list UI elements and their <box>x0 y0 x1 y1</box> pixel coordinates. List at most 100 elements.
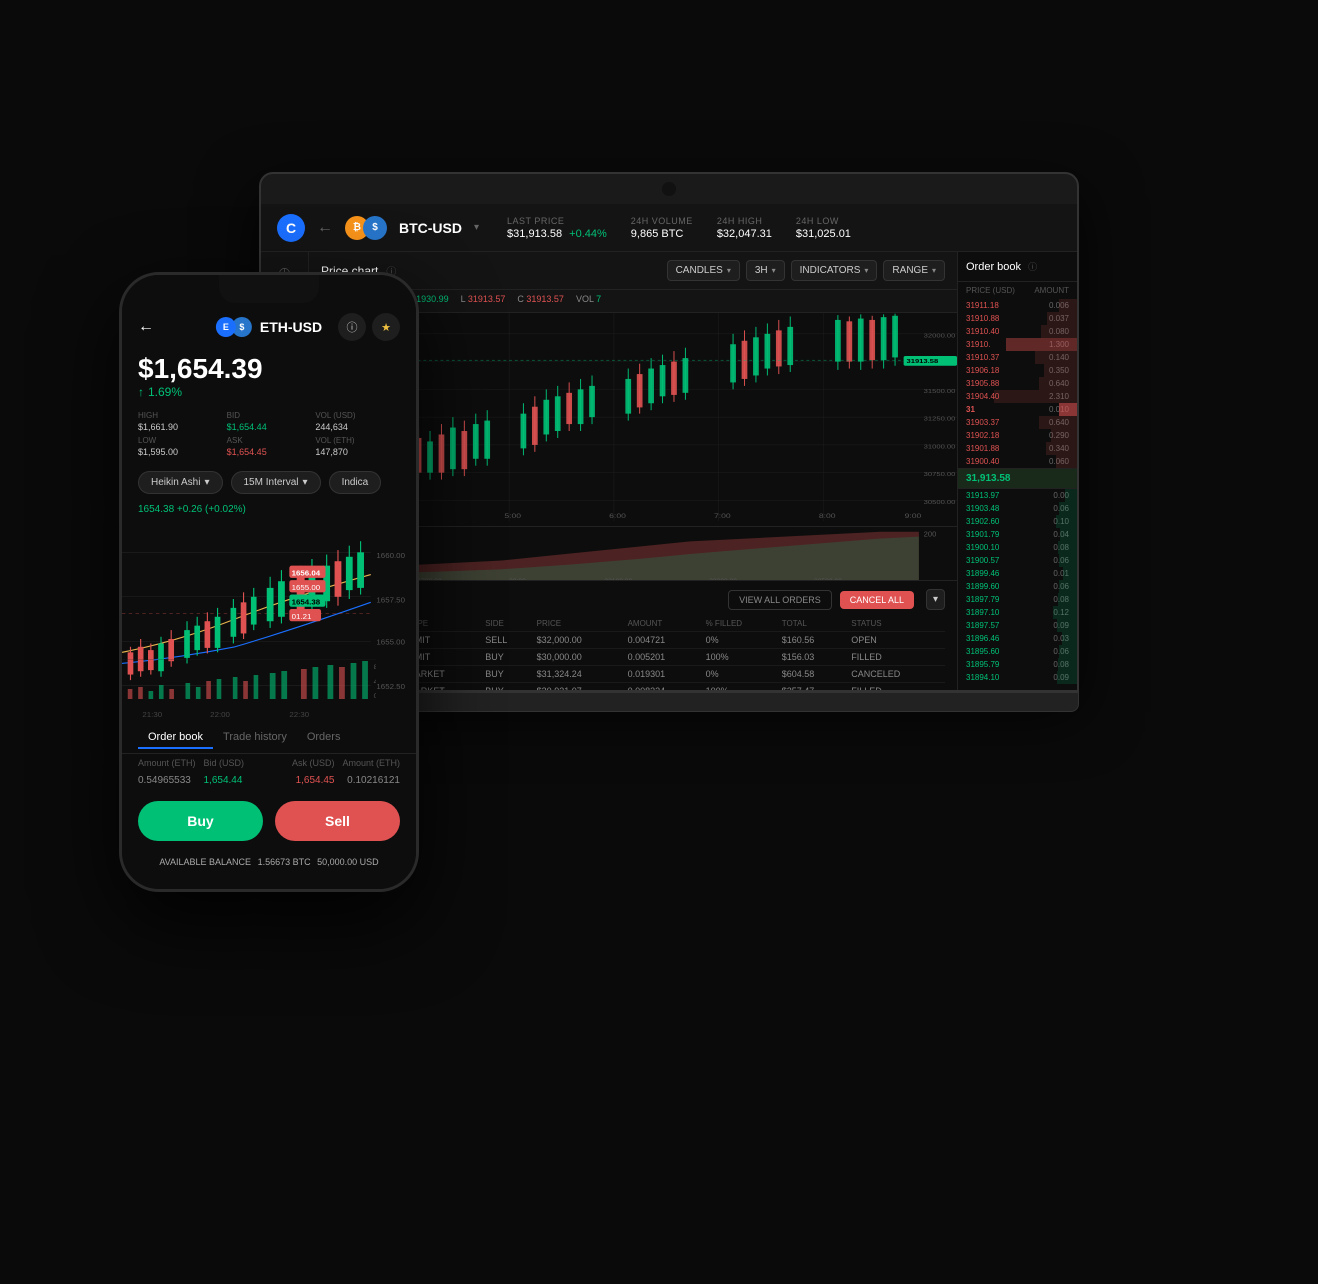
phone-vol-usd-label: VOL (USD) <box>315 411 400 420</box>
ob-ask-row: 31904.402.310 <box>958 390 1077 403</box>
phone-vol-usd-stat: VOL (USD) 244,634 <box>315 411 400 432</box>
interval-button[interactable]: 3H ▾ <box>746 260 785 281</box>
phone-back-button[interactable]: ← <box>138 318 154 336</box>
phone-notch <box>219 275 319 303</box>
svg-text:1656.04: 1656.04 <box>292 569 321 578</box>
pair-dropdown-arrow[interactable]: ▾ <box>474 222 479 233</box>
phone-sell-button[interactable]: Sell <box>275 801 400 841</box>
svg-text:0.00: 0.00 <box>374 693 376 699</box>
ob-current-price: 31,913.58 <box>958 468 1077 489</box>
svg-text:1655.00: 1655.00 <box>376 638 405 647</box>
cancel-all-button[interactable]: CANCEL ALL <box>840 591 914 609</box>
phone-chart-type-button[interactable]: Heikin Ashi ▾ <box>138 471 223 494</box>
ob-col-headers: PRICE (USD) AMOUNT <box>958 282 1077 299</box>
phone-ob-ask-price: 1,654.45 <box>269 775 335 786</box>
phone-ob-col-amount-eth-right: Amount (ETH) <box>335 758 401 768</box>
ob-bid-row: 31895.790.08 <box>958 658 1077 671</box>
ob-ask-row: 31905.880.640 <box>958 377 1077 390</box>
phone-chart-info: 1654.38 +0.26 (+0.02%) <box>122 500 416 519</box>
balance-label: AVAILABLE BALANCE <box>159 857 251 867</box>
phone-ob-left-amount: 0.54965533 <box>138 775 204 786</box>
phone-pair-name: ETH-USD <box>260 319 322 335</box>
view-all-orders-button[interactable]: VIEW ALL ORDERS <box>728 590 832 610</box>
ob-amount-col-header: AMOUNT <box>1020 286 1070 295</box>
svg-text:22:00: 22:00 <box>210 710 230 719</box>
ob-ask-row: 31901.880.340 <box>958 442 1077 455</box>
phone-info-button[interactable]: ⓘ <box>338 313 366 341</box>
ob-bid-row: 31897.790.08 <box>958 593 1077 606</box>
phone-low-label: LOW <box>138 436 223 445</box>
svg-text:30750.00: 30750.00 <box>924 472 956 478</box>
back-icon[interactable]: ← <box>317 219 333 237</box>
svg-text:32100.00: 32100.00 <box>604 578 632 580</box>
svg-text:31913.58: 31913.58 <box>906 359 938 365</box>
phone-volume-section: 8.00 4.00 0.00 <box>122 659 376 699</box>
balance-usd: 50,000.00 USD <box>317 857 379 867</box>
usd-icon: $ <box>363 216 387 240</box>
phone-ob-col-amount-eth-left: Amount (ETH) <box>138 758 204 768</box>
phone-tab-trade-history[interactable]: Trade history <box>213 727 297 749</box>
low-stat: 24H LOW $31,025.01 <box>796 216 851 240</box>
candles-button[interactable]: CANDLES ▾ <box>667 260 740 281</box>
phone-ob-col-bid: Bid (USD) <box>204 758 270 768</box>
phone-interval-button[interactable]: 15M Interval ▾ <box>231 471 321 494</box>
phone-current-price: $1,654.39 <box>138 353 400 385</box>
phone-high-stat: HIGH $1,661.90 <box>138 411 223 432</box>
ob-bid-row: 31900.100.08 <box>958 541 1077 554</box>
laptop-camera <box>662 182 676 196</box>
ob-bid-row: 31902.600.10 <box>958 515 1077 528</box>
ob-price-col-header: PRICE (USD) <box>966 286 1016 295</box>
phone-favorite-button[interactable]: ★ <box>372 313 400 341</box>
svg-text:22:30: 22:30 <box>289 710 309 719</box>
svg-text:00:00: 00:00 <box>509 578 526 580</box>
phone-tab-orders[interactable]: Orders <box>297 727 351 749</box>
ob-bid-row: 31897.100.12 <box>958 606 1077 619</box>
order-book-info-icon[interactable]: ⓘ <box>1028 262 1037 272</box>
svg-text:31250.00: 31250.00 <box>924 416 956 422</box>
phone-tab-order-book[interactable]: Order book <box>138 727 213 749</box>
phone-vol-eth-stat: VOL (ETH) 147,870 <box>315 436 400 457</box>
volume-stat: 24H VOLUME 9,865 BTC <box>631 216 693 240</box>
ob-bid-row: 31894.100.09 <box>958 671 1077 684</box>
ob-ask-row: 31911.180.006 <box>958 299 1077 312</box>
ob-ask-row: 31910.370.140 <box>958 351 1077 364</box>
phone-balance: AVAILABLE BALANCE 1.56673 BTC 50,000.00 … <box>122 853 416 875</box>
col-filled: % FILLED <box>702 616 778 632</box>
svg-text:5:00: 5:00 <box>504 512 521 519</box>
volume-value: 9,865 BTC <box>631 228 693 240</box>
svg-text:21:30: 21:30 <box>142 710 162 719</box>
col-side: SIDE <box>481 616 532 632</box>
phone-header: ← E $ ETH-USD ⓘ ★ <box>122 305 416 349</box>
market-stats: LAST PRICE $31,913.58 +0.44% 24H VOLUME … <box>507 216 851 240</box>
range-button[interactable]: RANGE ▾ <box>883 260 945 281</box>
phone-ob-col-ask: Ask (USD) <box>269 758 335 768</box>
phone-ob-right-amount: 0.10216121 <box>335 775 401 786</box>
phone-chart-controls: Heikin Ashi ▾ 15M Interval ▾ Indica <box>122 465 416 500</box>
price-change: +0.44% <box>569 228 607 240</box>
svg-text:01.21: 01.21 <box>292 612 312 621</box>
svg-text:8.00: 8.00 <box>374 664 376 670</box>
phone-screen: ← E $ ETH-USD ⓘ ★ $1,654.39 <box>122 275 416 889</box>
ob-bid-row: 31903.480.06 <box>958 502 1077 515</box>
trading-pair[interactable]: BTC-USD <box>399 220 462 236</box>
cancel-all-dropdown[interactable]: ▾ <box>926 589 945 610</box>
ohlc-low: L 31913.57 <box>461 294 506 308</box>
svg-text:31000.00: 31000.00 <box>924 444 956 450</box>
phone-indicators-button[interactable]: Indica <box>329 471 382 494</box>
phone-chart-area[interactable]: 1660.00 1657.50 1655.00 1652.50 1656.04 … <box>122 519 416 719</box>
phone-buy-button[interactable]: Buy <box>138 801 263 841</box>
ob-bid-row: 31896.460.03 <box>958 632 1077 645</box>
phone-ask-label: ASK <box>227 436 312 445</box>
indicators-button[interactable]: INDICATORS ▾ <box>791 260 878 281</box>
svg-text:6:00: 6:00 <box>609 512 626 519</box>
phone-ob-row: 0.54965533 1,654.44 1,654.45 0.10216121 <box>122 772 416 789</box>
phone-price-change: ↑ 1.69% <box>138 385 400 399</box>
phone-vol-eth-label: VOL (ETH) <box>315 436 400 445</box>
ob-ask-row: 31900.400.060 <box>958 455 1077 468</box>
up-arrow-icon: ↑ <box>138 385 144 399</box>
phone-coin-icons: E $ <box>216 317 252 337</box>
chart-type-arrow: ▾ <box>204 477 209 488</box>
ohlc-close: C 31913.57 <box>517 294 564 308</box>
ob-bid-row: 31897.570.09 <box>958 619 1077 632</box>
svg-text:9:00: 9:00 <box>905 512 922 519</box>
